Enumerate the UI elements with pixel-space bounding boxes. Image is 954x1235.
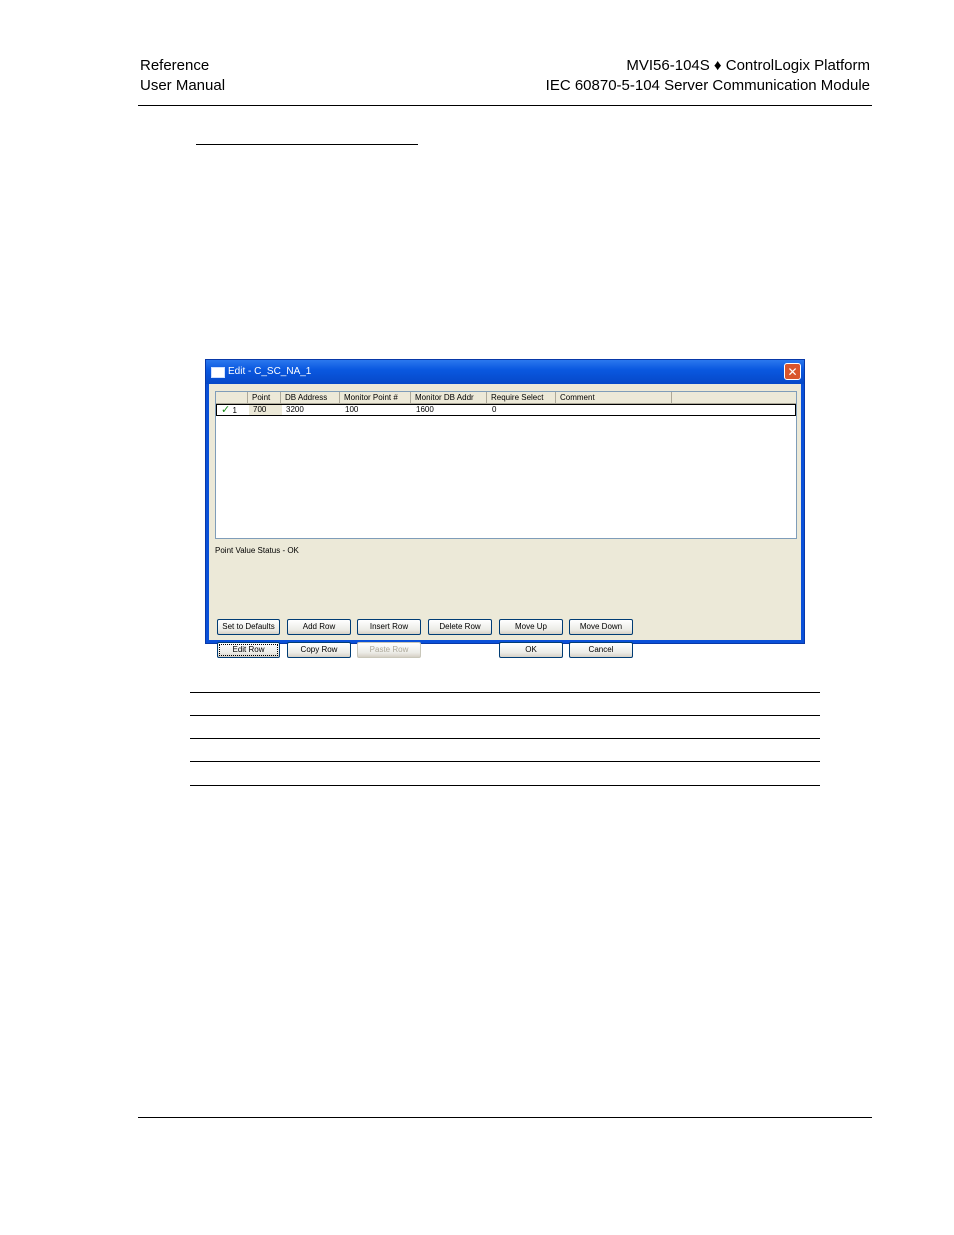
- page-header-right: MVI56-104S ♦ ControlLogix Platform IEC 6…: [546, 56, 870, 96]
- point-value-status: Point Value Status - OK: [215, 546, 299, 555]
- header-module: IEC 60870-5-104 Server Communication Mod…: [545, 77, 870, 94]
- close-button[interactable]: ✕: [784, 363, 801, 380]
- copy-row-button[interactable]: Copy Row: [287, 642, 351, 658]
- row-header: ✓ 1: [217, 404, 249, 416]
- cell-monitor-point[interactable]: 100: [341, 405, 412, 415]
- cell-monitor-db-addr[interactable]: 1600: [412, 405, 488, 415]
- grid-header: Point DB Address Monitor Point # Monitor…: [216, 392, 796, 404]
- column-header-require-select[interactable]: Require Select: [487, 392, 556, 403]
- row-index: 1: [232, 406, 237, 415]
- move-down-button[interactable]: Move Down: [569, 619, 633, 635]
- check-icon: ✓: [221, 404, 231, 416]
- move-up-button[interactable]: Move Up: [499, 619, 563, 635]
- header-doc-type: User Manual: [140, 77, 226, 94]
- column-header-monitor-db-addr[interactable]: Monitor DB Addr: [411, 392, 487, 403]
- dialog-client: Point DB Address Monitor Point # Monitor…: [209, 384, 801, 658]
- table-row[interactable]: ✓ 1 700 3200 100 1600 0: [216, 404, 796, 416]
- row-header-corner: [216, 392, 248, 403]
- header-section-label: Reference: [140, 57, 210, 74]
- dialog-titlebar[interactable]: Edit - C_SC_NA_1 ✕: [206, 360, 804, 384]
- cell-comment[interactable]: [557, 405, 673, 415]
- paste-row-button[interactable]: Paste Row: [357, 642, 421, 658]
- column-header-db-address[interactable]: DB Address: [281, 392, 340, 403]
- column-header-point[interactable]: Point: [248, 392, 281, 403]
- set-to-defaults-button[interactable]: Set to Defaults: [217, 619, 280, 635]
- delete-row-button[interactable]: Delete Row: [428, 619, 492, 635]
- page-header-left: Reference User Manual: [140, 56, 225, 96]
- column-header-monitor-point[interactable]: Monitor Point #: [340, 392, 411, 403]
- section-rule: [196, 144, 418, 145]
- table-rule: [190, 692, 820, 693]
- add-row-button[interactable]: Add Row: [287, 619, 351, 635]
- points-grid[interactable]: Point DB Address Monitor Point # Monitor…: [215, 391, 797, 539]
- ok-button[interactable]: OK: [499, 642, 563, 658]
- header-rule: [138, 105, 872, 106]
- cancel-button[interactable]: Cancel: [569, 642, 633, 658]
- table-rule: [190, 761, 820, 762]
- edit-dialog: Edit - C_SC_NA_1 ✕ Point DB Address Moni…: [205, 359, 805, 658]
- window-icon: [211, 367, 225, 378]
- header-product: MVI56-104S ♦ ControlLogix Platform: [626, 57, 870, 74]
- column-header-comment[interactable]: Comment: [556, 392, 672, 403]
- cell-point[interactable]: 700: [249, 405, 282, 415]
- footer-rule: [138, 1117, 872, 1118]
- cell-require-select[interactable]: 0: [488, 405, 557, 415]
- dialog-title: Edit - C_SC_NA_1: [228, 366, 312, 377]
- edit-row-button[interactable]: Edit Row: [217, 642, 280, 658]
- table-rule: [190, 738, 820, 739]
- cell-db-address[interactable]: 3200: [282, 405, 341, 415]
- table-rule: [190, 715, 820, 716]
- table-rule: [190, 785, 820, 786]
- insert-row-button[interactable]: Insert Row: [357, 619, 421, 635]
